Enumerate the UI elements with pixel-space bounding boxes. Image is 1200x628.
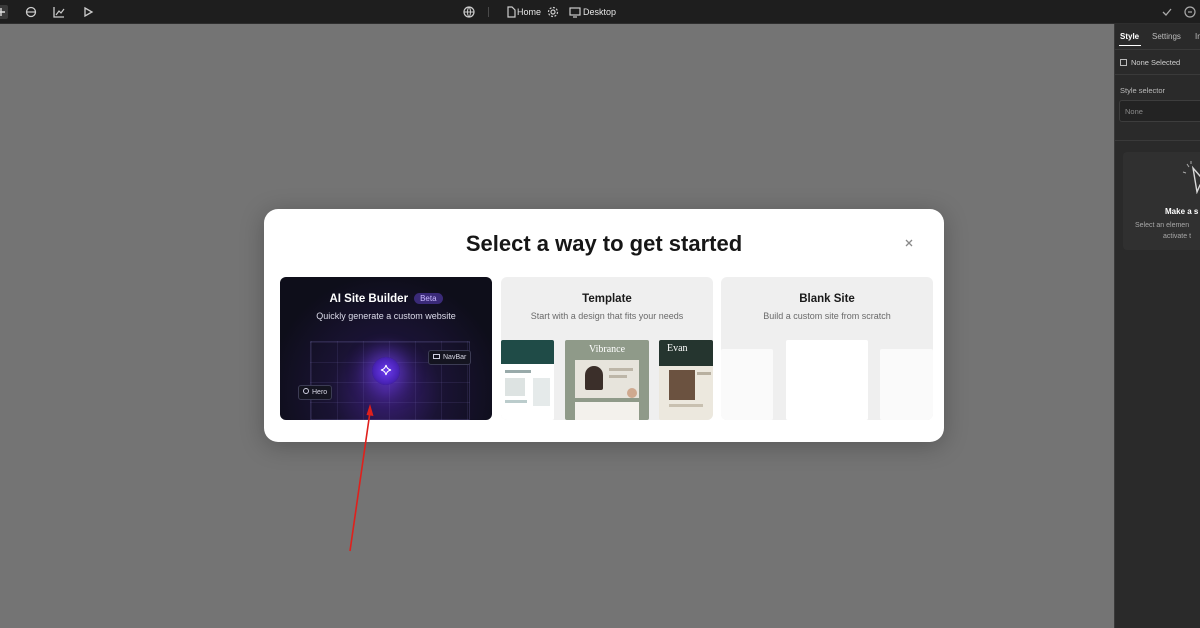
thumbnail-block (609, 368, 633, 371)
right-style-panel: Style Settings In None Selected Style se… (1114, 24, 1200, 628)
card-subtitle: Quickly generate a custom website (316, 311, 456, 321)
empty-state-text: activate t (1163, 233, 1192, 240)
card-subtitle: Start with a design that fits your needs (530, 311, 684, 321)
empty-state-text: Select an elemen (1135, 222, 1190, 229)
add-icon[interactable] (0, 5, 8, 19)
page-icon (504, 5, 518, 19)
close-icon[interactable] (902, 236, 916, 250)
tab-settings[interactable]: Settings (1152, 32, 1181, 41)
blank-site-card[interactable]: Blank Site Build a custom site from scra… (721, 277, 933, 420)
navbar-tag-label: NavBar (443, 354, 467, 361)
checkmark-icon[interactable] (1160, 5, 1174, 19)
active-tab-indicator (1119, 45, 1141, 46)
card-subtitle: Build a custom site from scratch (763, 311, 891, 321)
navbar-icon (433, 354, 440, 359)
empty-state-title: Make a s (1165, 207, 1199, 216)
blank-page-preview (786, 340, 868, 420)
tab-style[interactable]: Style (1120, 32, 1139, 41)
top-toolbar: Home Desktop (0, 0, 1200, 24)
empty-state-card: Make a s Select an elemen activate t (1123, 152, 1200, 250)
panel-divider (1115, 49, 1200, 50)
template-thumbnail[interactable] (501, 340, 554, 420)
thumbnail-image (669, 370, 695, 400)
thumbnail-block (575, 402, 639, 420)
panel-divider (1115, 140, 1200, 141)
card-title: AI Site Builder (329, 293, 409, 305)
style-selector-input[interactable]: None (1119, 100, 1200, 122)
thumbnail-block (697, 372, 711, 375)
page-settings-gear-icon[interactable] (546, 5, 560, 19)
card-title: Template (582, 293, 632, 305)
tab-interactions[interactable]: In (1195, 32, 1200, 41)
ai-site-builder-card[interactable]: AI Site Builder Beta Quickly generate a c… (280, 277, 492, 420)
thumbnail-image (585, 366, 603, 390)
preview-play-icon[interactable] (81, 5, 95, 19)
thumbnail-block (505, 370, 531, 373)
thumbnail-block (505, 400, 527, 403)
thumbnail-header (501, 340, 554, 364)
beta-badge: Beta (414, 293, 443, 304)
comments-icon[interactable] (1183, 5, 1197, 19)
thumbnail-block (609, 375, 627, 378)
thumbnail-title: Vibrance (588, 344, 626, 355)
ai-site-builder-heading: AI Site Builder Beta (280, 293, 492, 305)
modal-title: Select a way to get started (465, 231, 743, 256)
style-selector-label: Style selector (1120, 86, 1166, 95)
blank-page-preview (880, 349, 933, 420)
device-selector[interactable]: Desktop (583, 6, 616, 18)
blank-page-preview (721, 349, 773, 420)
cursor-illustration-icon (1182, 161, 1200, 194)
square-icon (1120, 59, 1127, 66)
card-title: Blank Site (799, 293, 855, 305)
page-selector[interactable]: Home (517, 6, 541, 18)
template-thumbnail[interactable]: Vibrance (565, 340, 649, 420)
navbar-tag: NavBar (428, 350, 472, 365)
toolbar-divider (488, 7, 489, 17)
globe-icon[interactable] (462, 5, 476, 19)
desktop-device-icon[interactable] (568, 5, 582, 19)
get-started-modal: Select a way to get started AI Site Buil… (264, 209, 944, 442)
template-card[interactable]: Template Start with a design that fits y… (501, 277, 713, 420)
sparkle-icon (372, 357, 400, 385)
thumbnail-block (533, 378, 550, 406)
layers-icon[interactable] (24, 5, 38, 19)
thumbnail-block (669, 404, 703, 407)
thumbnail-block (505, 378, 525, 396)
panel-divider (1115, 74, 1200, 75)
thumbnail-image (627, 388, 637, 398)
style-selector-value: None (1125, 107, 1143, 116)
analytics-icon[interactable] (52, 5, 66, 19)
person-icon (303, 388, 309, 394)
selection-status: None Selected (1131, 58, 1181, 67)
template-thumbnail[interactable]: Evan (659, 340, 713, 420)
hero-tag: Hero (298, 385, 333, 400)
thumbnail-title: Evan (667, 343, 688, 354)
hero-tag-label: Hero (312, 389, 328, 396)
